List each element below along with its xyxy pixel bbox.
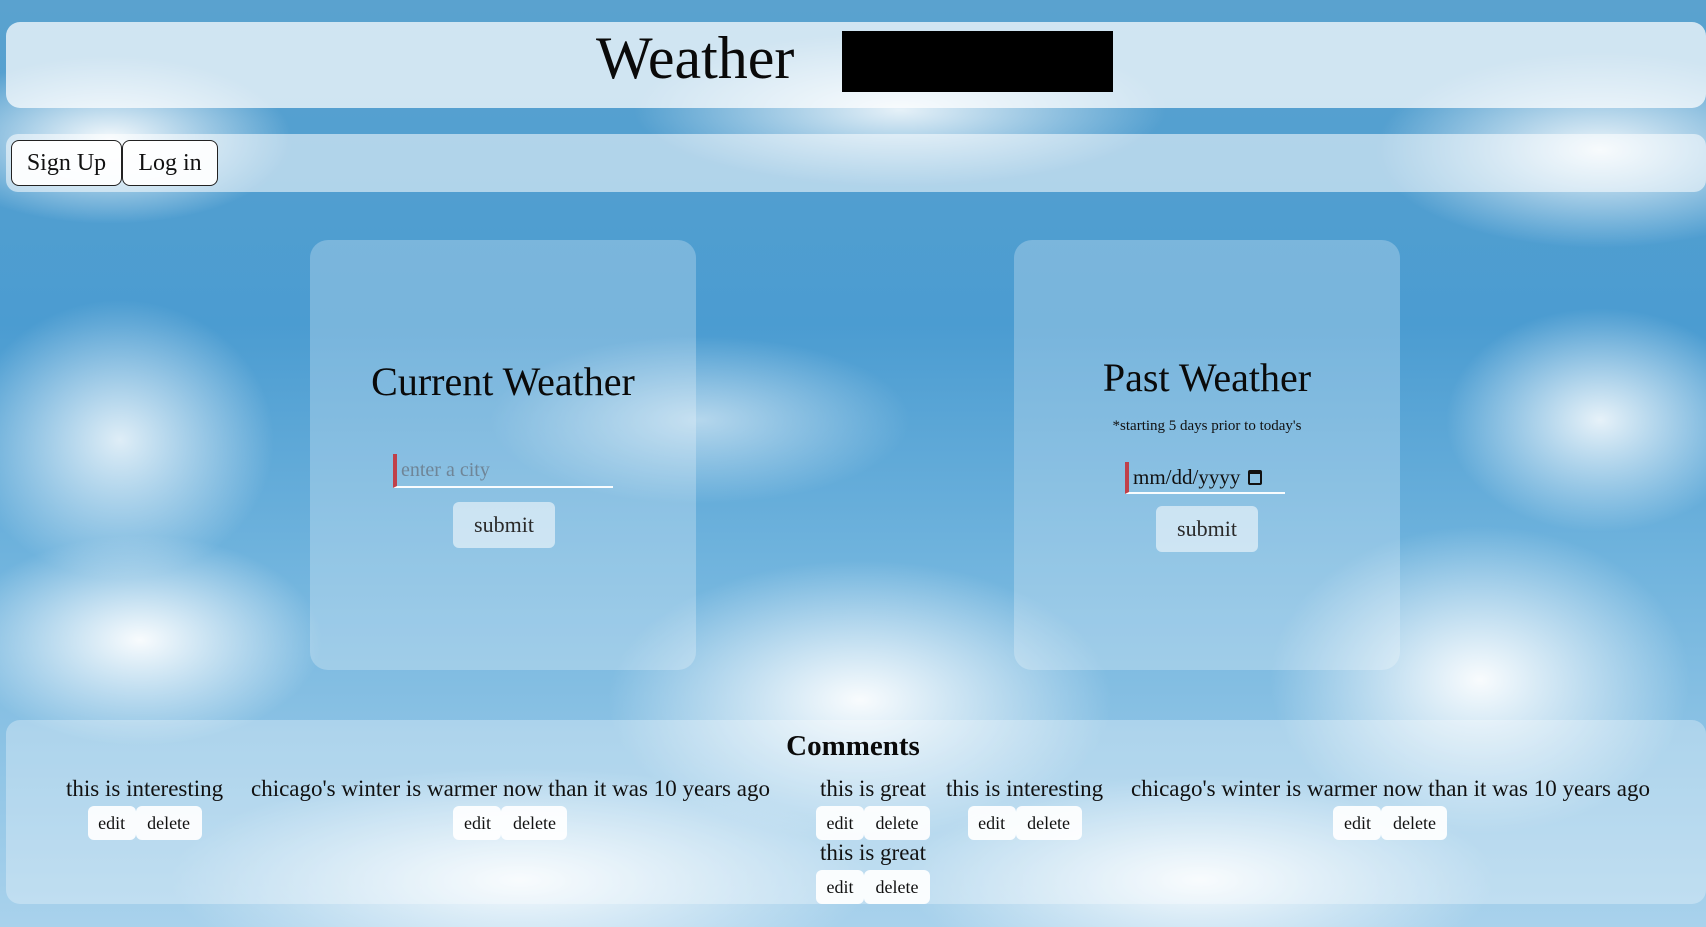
comment-delete-button[interactable]: delete — [864, 806, 930, 840]
comment-item: this is interesting edit delete — [66, 774, 223, 840]
city-input[interactable] — [393, 454, 613, 488]
current-weather-submit-button[interactable]: submit — [453, 502, 555, 548]
date-input[interactable]: mm/dd/yyyy — [1125, 462, 1285, 494]
past-weather-panel: Past Weather *starting 5 days prior to t… — [1014, 240, 1400, 670]
comment-text: this is great — [819, 776, 927, 801]
calendar-icon[interactable] — [1248, 469, 1263, 485]
comment-item: this is great edit delete — [816, 774, 930, 840]
comment-delete-button[interactable]: delete — [1015, 806, 1082, 840]
comment-item: chicago's winter is warmer now than it w… — [1131, 774, 1650, 840]
comment-delete-button[interactable]: delete — [501, 806, 568, 840]
log-in-button[interactable]: Log in — [122, 140, 218, 186]
comment-item: this is interesting edit delete — [946, 774, 1103, 840]
comment-item: chicago's winter is warmer now than it w… — [251, 774, 770, 840]
sign-up-button[interactable]: Sign Up — [11, 140, 122, 186]
date-placeholder: mm/dd/yyyy — [1133, 464, 1241, 489]
nav-bar — [6, 134, 1706, 192]
comment-text: chicago's winter is warmer now than it w… — [1131, 776, 1650, 801]
comment-text: chicago's winter is warmer now than it w… — [251, 776, 770, 801]
current-weather-panel: Current Weather submit — [310, 240, 696, 670]
comment-edit-button[interactable]: edit — [816, 870, 864, 904]
comment-item: this is great edit delete — [816, 838, 930, 904]
redaction-block — [842, 31, 1113, 92]
comment-delete-button[interactable]: delete — [1381, 806, 1448, 840]
comment-edit-button[interactable]: edit — [816, 806, 864, 840]
comment-edit-button[interactable]: edit — [87, 806, 136, 840]
comment-text: this is great — [819, 840, 927, 865]
comment-delete-button[interactable]: delete — [135, 806, 202, 840]
past-weather-note: *starting 5 days prior to today's — [1112, 418, 1302, 434]
comment-text: this is interesting — [66, 776, 224, 801]
comments-title: Comments — [786, 730, 920, 762]
comment-edit-button[interactable]: edit — [453, 806, 502, 840]
comment-text: this is interesting — [946, 776, 1104, 801]
comment-edit-button[interactable]: edit — [1333, 806, 1382, 840]
current-weather-title: Current Weather — [371, 359, 635, 404]
past-weather-submit-button[interactable]: submit — [1156, 506, 1258, 552]
past-weather-title: Past Weather — [1102, 355, 1312, 400]
page-title: Weather — [596, 25, 795, 91]
comment-delete-button[interactable]: delete — [864, 870, 930, 904]
comment-edit-button[interactable]: edit — [967, 806, 1016, 840]
